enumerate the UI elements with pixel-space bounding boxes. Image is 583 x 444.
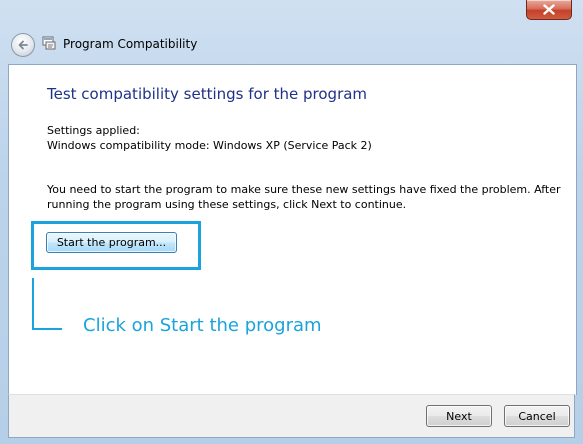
callout-connector [32, 278, 62, 330]
start-program-button[interactable]: Start the program... [46, 232, 177, 253]
compatibility-icon [42, 36, 56, 50]
next-button[interactable]: Next [426, 405, 492, 427]
page-heading: Test compatibility settings for the prog… [47, 85, 368, 103]
compatibility-mode-text: Windows compatibility mode: Windows XP (… [47, 139, 372, 152]
cancel-button[interactable]: Cancel [504, 405, 570, 427]
button-bar: Next Cancel [8, 394, 575, 438]
callout-annotation: Click on Start the program [83, 315, 322, 336]
instructions-text: You need to start the program to make su… [47, 183, 561, 211]
close-icon [543, 4, 555, 15]
back-button[interactable] [11, 33, 35, 57]
window-title: Program Compatibility [63, 37, 198, 51]
settings-applied-label: Settings applied: [47, 124, 140, 137]
content-panel: Test compatibility settings for the prog… [8, 64, 577, 395]
close-button[interactable] [526, 0, 572, 20]
program-compatibility-window: Program Compatibility Test compatibility… [0, 0, 583, 444]
back-arrow-icon [18, 40, 28, 50]
